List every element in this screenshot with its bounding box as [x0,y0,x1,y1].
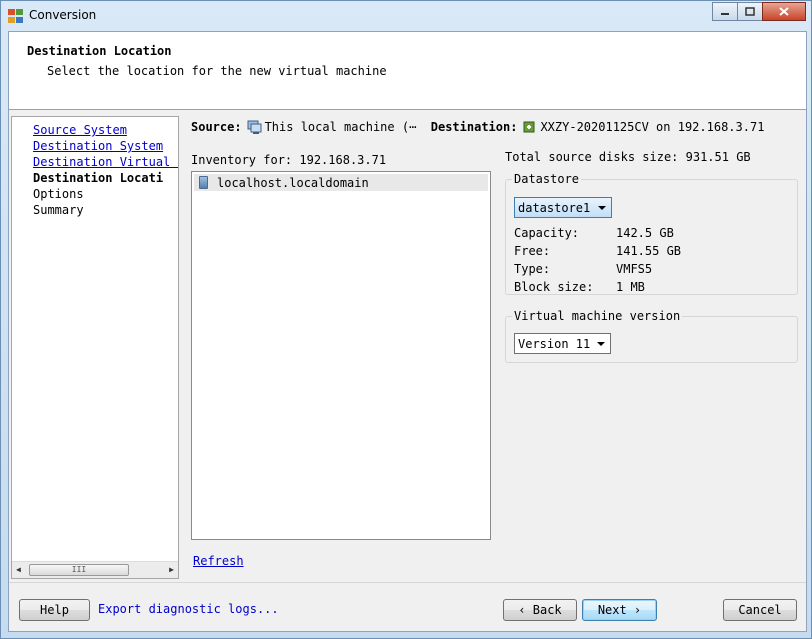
close-icon [779,7,789,16]
block-size-value: 1 MB [616,280,645,294]
next-button[interactable]: Next › [582,599,657,621]
title-bar[interactable]: Conversion [1,1,811,31]
free-value: 141.55 GB [616,244,682,258]
maximize-icon [745,7,755,16]
vm-version-group: Virtual machine version Version 11 [505,309,798,363]
wizard-body: Destination Location Select the location… [8,31,807,632]
destination-value: XXZY-20201125CV on 192.168.3.71 [540,120,765,134]
back-button[interactable]: ‹ Back [503,599,577,621]
help-button-label: Help [40,603,69,617]
vm-version-selected-value: Version 11 [518,336,591,351]
nav-item-summary: Summary [33,203,84,217]
vm-version-select[interactable]: Version 11 [514,333,611,354]
nav-item-options: Options [33,187,84,201]
inventory-item-label: localhost.localdomain [217,175,369,190]
minimize-icon [721,12,729,15]
esxi-host-icon [523,121,535,133]
inventory-item-localhost[interactable]: localhost.localdomain [194,174,488,191]
type-value: VMFS5 [616,262,653,276]
chevron-down-icon [598,206,606,210]
close-button[interactable] [762,2,806,21]
wizard-step-list: Source System Destination System Destina… [11,116,179,579]
back-button-label: ‹ Back [518,603,562,617]
scroll-left-icon[interactable]: ◀ [16,565,21,574]
inventory-label: Inventory for: 192.168.3.71 [191,153,387,167]
converter-app-icon [8,9,23,23]
page-title: Destination Location [27,44,172,58]
conversion-window: Conversion Destination Location Select t… [0,0,812,639]
page-subtitle: Select the location for the new virtual … [47,64,387,78]
chevron-down-icon [597,342,605,346]
help-button[interactable]: Help [19,599,90,621]
nav-item-destination-location: Destination Locati [33,171,164,185]
type-label: Type: [514,262,551,276]
cancel-button[interactable]: Cancel [723,599,797,621]
vm-version-legend: Virtual machine version [512,309,683,323]
capacity-label: Capacity: [514,226,580,240]
nav-item-source-system[interactable]: Source System [33,123,127,137]
minimize-button[interactable] [712,2,738,21]
datastore-selected-value: datastore1 [518,200,591,215]
local-machine-icon [247,120,262,134]
total-source-disks-size: Total source disks size: 931.51 GB [505,150,751,164]
capacity-value: 142.5 GB [616,226,674,240]
footer-divider [9,582,806,583]
nav-item-destination-system[interactable]: Destination System [33,139,163,153]
maximize-button[interactable] [737,2,763,21]
next-button-label: Next › [597,603,642,617]
nav-item-destination-virtual-machine[interactable]: Destination Virtual M [33,155,178,169]
window-controls [712,2,806,21]
cancel-button-label: Cancel [738,603,782,617]
refresh-link[interactable]: Refresh [193,554,244,568]
source-destination-summary: Source: This local machine (⋯ Destination… [191,120,764,134]
scroll-thumb[interactable]: III [29,564,129,576]
block-size-label: Block size: [514,280,594,294]
source-value: This local machine (⋯ [264,120,417,134]
free-label: Free: [514,244,551,258]
datastore-select[interactable]: datastore1 [514,197,612,218]
nav-horizontal-scrollbar[interactable]: ◀ III ▶ [12,561,178,578]
export-diagnostic-logs-link[interactable]: Export diagnostic logs... [98,602,279,616]
datastore-legend: Datastore [512,172,582,186]
datastore-group: Datastore datastore1 Capacity: 142.5 GB … [505,172,798,295]
scroll-right-icon[interactable]: ▶ [169,565,174,574]
window-title: Conversion [29,8,97,22]
destination-label: Destination: [430,120,518,134]
wizard-header: Destination Location Select the location… [9,32,806,110]
source-label: Source: [191,120,242,134]
inventory-tree[interactable]: localhost.localdomain [191,171,491,540]
server-icon [199,176,208,189]
